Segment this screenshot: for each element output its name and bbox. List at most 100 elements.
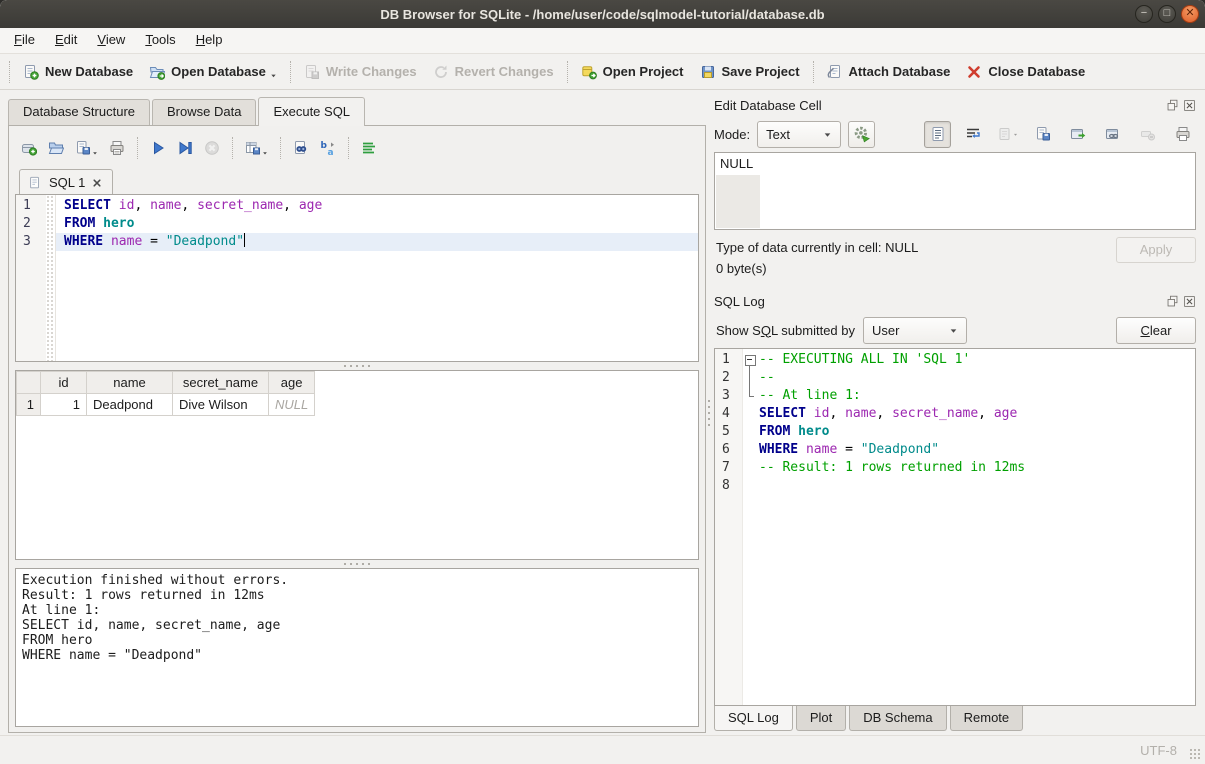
close-dock-icon[interactable] <box>1183 295 1196 308</box>
export-results-button[interactable] <box>241 136 272 160</box>
menu-tools[interactable]: Tools <box>135 28 185 53</box>
link-icon <box>1105 126 1121 142</box>
new-tab-button[interactable] <box>17 136 41 160</box>
column-header-name[interactable]: name <box>87 372 173 394</box>
row-header[interactable]: 1 <box>17 394 41 416</box>
fold-margin <box>743 459 759 477</box>
dock-close-icon <box>1183 295 1196 308</box>
sql-document-tab[interactable]: SQL 1 <box>19 169 113 194</box>
code-token <box>95 216 103 231</box>
text-cursor <box>244 233 245 247</box>
find-button[interactable] <box>289 136 313 160</box>
float-dock-icon[interactable] <box>1166 99 1179 112</box>
code-token <box>798 442 806 457</box>
table-cell[interactable]: Deadpond <box>87 394 173 416</box>
new-database-button[interactable]: New Database <box>15 59 141 85</box>
float-dock-icon[interactable] <box>1166 295 1179 308</box>
print-button[interactable] <box>105 136 129 160</box>
editor-line: SELECT id, name, secret_name, age <box>56 197 698 215</box>
chevron-down-icon <box>949 326 958 335</box>
minimize-button[interactable]: − <box>1135 5 1153 23</box>
title-bar[interactable]: DB Browser for SQLite - /home/user/code/… <box>0 0 1205 28</box>
menu-edit[interactable]: Edit <box>45 28 87 53</box>
cell-value-editor[interactable]: NULL <box>714 152 1196 230</box>
close-dock-icon[interactable] <box>1183 99 1196 112</box>
log-filter-combobox[interactable]: User <box>863 317 967 344</box>
menu-help[interactable]: Help <box>186 28 233 53</box>
results-grid[interactable]: idnamesecret_nameage11DeadpondDive Wilso… <box>15 370 699 560</box>
dock-float-icon <box>1166 295 1179 308</box>
link-button[interactable] <box>1099 121 1126 148</box>
toolbar-button-label: Attach Database <box>849 64 951 79</box>
word-wrap-button[interactable] <box>959 121 986 148</box>
run-line-button[interactable] <box>173 136 197 160</box>
dock-tab-plot[interactable]: Plot <box>796 706 846 731</box>
fold-marker-icon[interactable] <box>743 351 759 369</box>
resize-grip-icon[interactable] <box>1189 748 1202 761</box>
print-cell-button[interactable] <box>1169 121 1196 148</box>
tab-database-structure[interactable]: Database Structure <box>8 99 150 125</box>
close-database-button[interactable]: Close Database <box>958 59 1093 85</box>
results-table: idnamesecret_nameage11DeadpondDive Wilso… <box>16 371 315 416</box>
window-title: DB Browser for SQLite - /home/user/code/… <box>0 7 1205 22</box>
editor-code[interactable]: SELECT id, name, secret_name, ageFROM he… <box>56 195 698 361</box>
close-button[interactable]: ✕ <box>1181 5 1199 23</box>
open-external-button[interactable] <box>1064 121 1091 148</box>
import-button[interactable] <box>994 121 1021 148</box>
menu-view[interactable]: View <box>87 28 135 53</box>
tab-execute-sql[interactable]: Execute SQL <box>258 97 365 126</box>
run-button[interactable] <box>146 136 170 160</box>
results-message-splitter[interactable] <box>15 560 699 568</box>
execution-message-box[interactable]: Execution finished without errors. Resul… <box>15 568 699 727</box>
open-project-button[interactable]: Open Project <box>573 59 692 85</box>
dock-tab-sql-log[interactable]: SQL Log <box>714 706 793 731</box>
sql-editor[interactable]: 123 SELECT id, name, secret_name, ageFRO… <box>15 194 699 362</box>
new-tab-icon <box>21 140 37 156</box>
apply-button[interactable]: Apply <box>1116 237 1196 263</box>
dock-tab-db-schema[interactable]: DB Schema <box>849 706 946 731</box>
editor-line: FROM hero <box>56 215 698 233</box>
text-mode-button[interactable] <box>924 121 951 148</box>
open-sql-button[interactable] <box>44 136 68 160</box>
line-number: 2 <box>23 215 46 233</box>
export-button[interactable] <box>1029 121 1056 148</box>
stop-button[interactable] <box>200 136 224 160</box>
sql-log-view[interactable]: 12345678 -- EXECUTING ALL IN 'SQL 1'----… <box>714 348 1196 706</box>
code-token: id <box>814 406 830 421</box>
tab-browse-data[interactable]: Browse Data <box>152 99 256 125</box>
open-sql-icon <box>48 140 64 156</box>
log-text: -- At line 1: <box>759 387 861 405</box>
table-cell[interactable]: NULL <box>269 394 315 416</box>
column-header-id[interactable]: id <box>41 372 87 394</box>
maximize-button[interactable]: □ <box>1158 5 1176 23</box>
save-sql-button[interactable] <box>71 136 102 160</box>
attach-database-button[interactable]: Attach Database <box>819 59 959 85</box>
replace-button[interactable]: ba <box>316 136 340 160</box>
code-token: SELECT <box>759 406 806 421</box>
code-token: name <box>150 198 181 213</box>
log-line: -- EXECUTING ALL IN 'SQL 1' <box>743 351 1195 369</box>
sql-document-icon <box>28 176 42 190</box>
set-null-button[interactable] <box>1134 121 1161 148</box>
code-token: "Deadpond" <box>166 234 244 249</box>
clear-log-button[interactable]: Clear <box>1116 317 1196 344</box>
table-cell[interactable]: Dive Wilson <box>173 394 269 416</box>
dock-tab-remote[interactable]: Remote <box>950 706 1024 731</box>
format-button[interactable] <box>357 136 381 160</box>
menu-file[interactable]: File <box>4 28 45 53</box>
revert-changes-button[interactable]: Revert Changes <box>425 59 562 85</box>
chevron-down-icon <box>823 130 832 139</box>
run-icon <box>150 140 166 156</box>
log-code: -- EXECUTING ALL IN 'SQL 1'---- At line … <box>743 349 1195 705</box>
column-header-secret_name[interactable]: secret_name <box>173 372 269 394</box>
save-project-button[interactable]: Save Project <box>692 59 808 85</box>
auto-apply-button[interactable] <box>848 121 875 148</box>
open-database-button[interactable]: Open Database <box>141 59 285 85</box>
mode-combobox[interactable]: Text <box>757 121 841 148</box>
table-cell[interactable]: 1 <box>41 394 87 416</box>
new-database-icon <box>23 64 39 80</box>
write-changes-button[interactable]: Write Changes <box>296 59 425 85</box>
column-header-age[interactable]: age <box>269 372 315 394</box>
close-tab-icon[interactable] <box>92 178 102 188</box>
editor-results-splitter[interactable] <box>15 362 699 370</box>
